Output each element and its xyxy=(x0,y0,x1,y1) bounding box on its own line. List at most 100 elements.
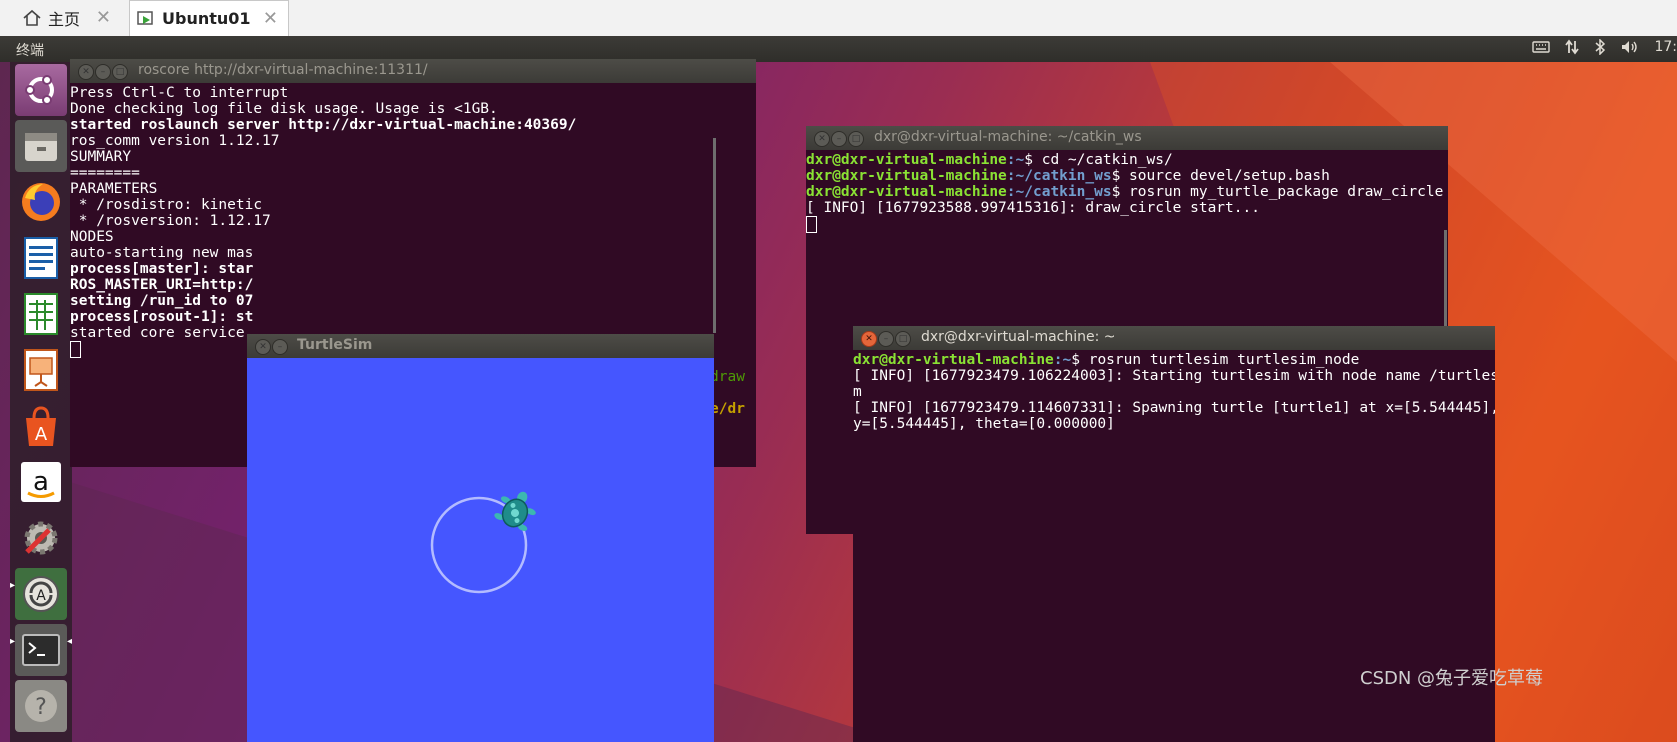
launcher-item-system-settings[interactable] xyxy=(15,512,67,564)
titlebar[interactable]: ✕ – □ dxr@dxr-virtual-machine: ~/catkin_… xyxy=(806,126,1448,150)
tab-home[interactable]: 主页 ✕ xyxy=(8,0,121,35)
svg-text:A: A xyxy=(36,588,46,604)
tab-ubuntu01-label: Ubuntu01 xyxy=(162,9,251,28)
terminal-line: ======== xyxy=(70,165,140,181)
terminal-line: m xyxy=(853,384,862,400)
writer-icon xyxy=(24,237,58,279)
watermark: CSDN @兔子爱吃草莓 xyxy=(1360,668,1544,689)
terminal-line: PARAMETERS xyxy=(70,181,158,197)
clock[interactable]: 17: xyxy=(1654,39,1677,55)
window-turtlesim[interactable]: ✕ – TurtleSim xyxy=(247,334,714,742)
launcher-item-impress[interactable] xyxy=(15,344,67,396)
window-title: dxr@dxr-virtual-machine: ~ xyxy=(921,329,1116,345)
titlebar[interactable]: ✕ – TurtleSim xyxy=(247,334,714,358)
window-title: TurtleSim xyxy=(297,337,373,353)
home-icon xyxy=(23,9,41,26)
prompt-path: :~ xyxy=(1006,152,1025,168)
minimize-button[interactable]: – xyxy=(831,131,847,147)
launcher-item-dash[interactable] xyxy=(15,64,67,116)
close-button[interactable]: ✕ xyxy=(255,339,271,355)
behind-window-text: draw xyxy=(710,369,745,385)
prompt-user-host: dxr@dxr-virtual-machine xyxy=(806,152,1007,168)
terminal-line: Done checking log file disk usage. Usage… xyxy=(70,101,498,117)
svg-text:?: ? xyxy=(35,695,47,720)
maximize-button[interactable]: □ xyxy=(848,131,864,147)
command-text: $ rosrun turtlesim turtlesim_node xyxy=(1071,352,1360,368)
terminal-line: setting /run_id to 07 xyxy=(70,293,254,309)
terminal-line: Press Ctrl-C to interrupt xyxy=(70,85,289,101)
terminal-line: dxr@dxr-virtual-machine:~$ cd ~/catkin_w… xyxy=(806,152,1448,168)
terminal-line: * /rosversion: 1.12.17 xyxy=(70,213,271,229)
vm-tab-bar: 主页 ✕ Ubuntu01 ✕ xyxy=(0,0,1677,37)
launcher-item-software-updater[interactable]: A xyxy=(15,568,67,620)
prompt-path: :~/catkin_ws xyxy=(1006,184,1112,200)
launcher-item-terminal[interactable] xyxy=(15,624,67,676)
close-button[interactable]: ✕ xyxy=(814,131,830,147)
terminal-line: dxr@dxr-virtual-machine:~/catkin_ws$ sou… xyxy=(806,168,1448,184)
maximize-button[interactable]: □ xyxy=(112,64,128,80)
minimize-button[interactable]: – xyxy=(878,331,894,347)
behind-window-text: e/dr xyxy=(710,401,745,417)
terminal-line: auto-starting new mas xyxy=(70,245,254,261)
window-title: dxr@dxr-virtual-machine: ~/catkin_ws xyxy=(874,129,1142,145)
prompt-user-host: dxr@dxr-virtual-machine xyxy=(806,168,1007,184)
network-icon[interactable] xyxy=(1564,39,1580,55)
terminal-line: process[rosout-1]: st xyxy=(70,309,254,325)
titlebar[interactable]: ✕ – □ roscore http://dxr-virtual-machine… xyxy=(70,59,756,83)
launcher-item-firefox[interactable] xyxy=(15,176,67,228)
volume-icon[interactable] xyxy=(1620,39,1640,55)
close-icon[interactable]: ✕ xyxy=(96,7,111,28)
launcher-item-software-center[interactable]: A xyxy=(15,400,67,452)
turtlesim-canvas xyxy=(247,358,714,742)
prompt-path: :~ xyxy=(1053,352,1072,368)
close-button[interactable]: ✕ xyxy=(78,64,94,80)
prompt-user-host: dxr@dxr-virtual-machine xyxy=(853,352,1054,368)
command-text: $ rosrun my_turtle_package draw_circle xyxy=(1111,184,1444,200)
files-icon xyxy=(25,133,57,161)
titlebar[interactable]: ✕ – □ dxr@dxr-virtual-machine: ~ xyxy=(853,326,1495,350)
close-icon[interactable]: ✕ xyxy=(263,8,278,29)
amazon-icon: a xyxy=(21,462,61,502)
system-settings-icon xyxy=(24,521,58,555)
tab-ubuntu01[interactable]: Ubuntu01 ✕ xyxy=(129,0,289,36)
bluetooth-icon[interactable] xyxy=(1594,39,1606,55)
launcher-item-amazon[interactable]: a xyxy=(15,456,67,508)
scrollbar[interactable] xyxy=(713,138,716,333)
minimize-button[interactable]: – xyxy=(272,339,288,355)
calc-icon xyxy=(24,293,58,335)
text-cursor xyxy=(70,341,81,358)
command-text: $ cd ~/catkin_ws/ xyxy=(1024,152,1173,168)
maximize-button[interactable]: □ xyxy=(895,331,911,347)
prompt-user-host: dxr@dxr-virtual-machine xyxy=(806,184,1007,200)
text-cursor xyxy=(806,216,817,233)
keyboard-icon[interactable] xyxy=(1532,40,1551,54)
launcher-running-indicator: ▸ xyxy=(10,580,16,591)
minimize-button[interactable]: – xyxy=(95,64,111,80)
tab-home-label: 主页 xyxy=(48,9,81,29)
terminal-line: process[master]: star xyxy=(70,261,254,277)
impress-icon xyxy=(24,349,58,391)
terminal-line: SUMMARY xyxy=(70,149,132,165)
terminal-icon xyxy=(22,634,60,666)
terminal-line: ROS_MASTER_URI=http:/ xyxy=(70,277,254,293)
svg-text:A: A xyxy=(35,424,48,445)
terminal-line: [ INFO] [1677923479.114607331]: Spawning… xyxy=(853,400,1495,416)
launcher-item-writer[interactable] xyxy=(15,232,67,284)
launcher-item-calc[interactable] xyxy=(15,288,67,340)
close-button[interactable]: ✕ xyxy=(861,331,877,347)
ubuntu-dash-icon xyxy=(25,75,54,105)
indicator-area: 17: xyxy=(1532,39,1677,55)
launcher-item-files[interactable] xyxy=(15,120,67,172)
software-updater-icon: A xyxy=(23,576,59,612)
terminal-line: dxr@dxr-virtual-machine:~/catkin_ws$ ros… xyxy=(806,184,1448,200)
terminal-line: dxr@dxr-virtual-machine:~$ rosrun turtle… xyxy=(853,352,1495,368)
launcher-item-help[interactable]: ? xyxy=(15,680,67,732)
svg-text:a: a xyxy=(33,467,49,497)
software-center-icon: A xyxy=(26,406,56,446)
active-app-name: 终端 xyxy=(16,43,44,59)
terminal-cursor-line xyxy=(806,216,1448,233)
command-text: $ source devel/setup.bash xyxy=(1111,168,1330,184)
launcher: A a A ? ▸ ▸ ◂ xyxy=(10,62,72,742)
help-icon: ? xyxy=(25,690,57,722)
firefox-icon xyxy=(22,183,60,221)
